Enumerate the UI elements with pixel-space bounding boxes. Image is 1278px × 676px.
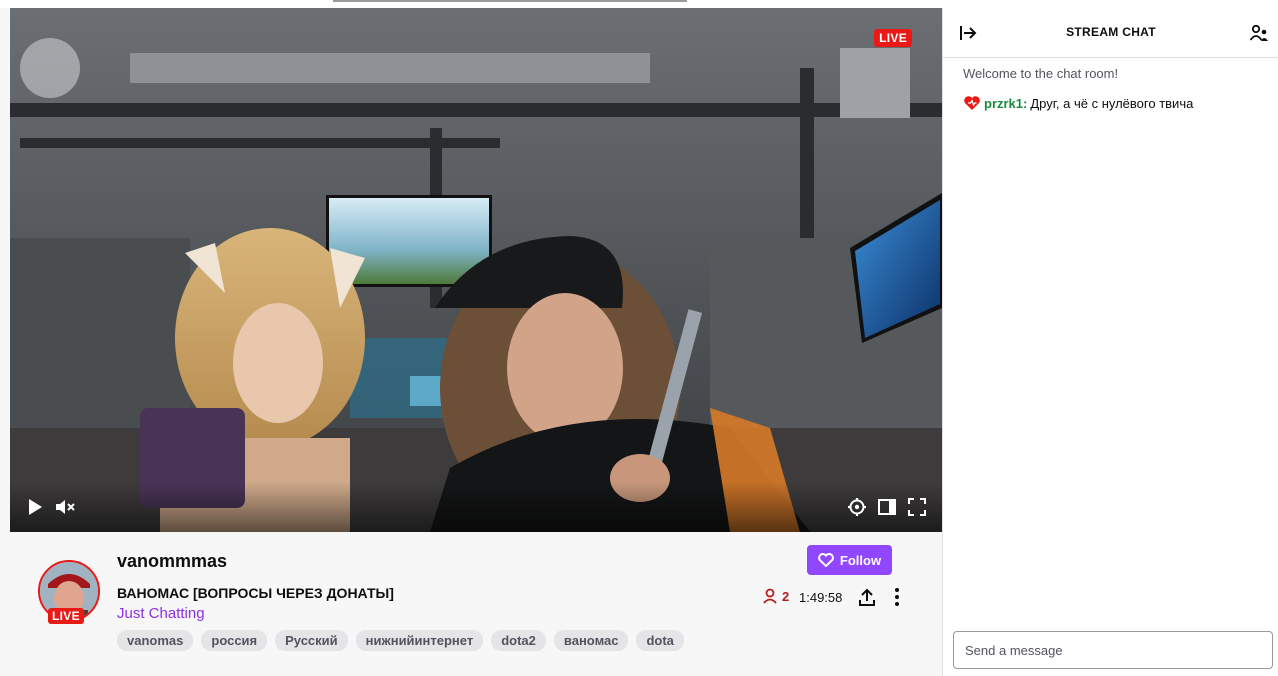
tag[interactable]: ваномас (553, 630, 629, 651)
heart-badge-icon (964, 96, 980, 110)
settings-button[interactable] (846, 496, 868, 518)
mute-button[interactable] (54, 496, 76, 518)
video-frame (10, 8, 942, 532)
follow-button[interactable]: Follow (807, 545, 892, 575)
share-button[interactable] (857, 587, 877, 607)
more-vertical-icon (895, 588, 899, 606)
viewer-count: 2 (762, 588, 789, 604)
follow-label: Follow (839, 552, 882, 568)
top-strip (0, 0, 942, 8)
chat-message: przrk1: Друг, а чё с нулёвого твича (963, 94, 1193, 112)
play-button[interactable] (24, 496, 46, 518)
tag[interactable]: нижнийинтернет (355, 630, 484, 651)
mute-icon (56, 500, 75, 514)
tag-list: vanomas россия Русский нижнийинтернет do… (117, 630, 684, 651)
stream-info-panel: LIVE vanommmas ВАНОМАС [ВОПРОСЫ ЧЕРЕЗ ДО… (10, 532, 942, 676)
chat-panel: STREAM CHAT Welcome to the chat room! pr… (942, 8, 1278, 676)
fullscreen-button[interactable] (906, 496, 928, 518)
play-icon (29, 499, 42, 515)
tag[interactable]: dota (636, 630, 684, 651)
left-gutter (0, 0, 10, 676)
chat-message-input[interactable] (953, 631, 1273, 669)
heart-icon (818, 553, 834, 567)
scroll-indicator (333, 0, 687, 2)
chat-message-text: Друг, а чё с нулёвого твича (1030, 95, 1194, 111)
live-badge: LIVE (874, 29, 912, 47)
stream-uptime: 1:49:58 (799, 590, 843, 605)
community-button[interactable] (1249, 23, 1269, 43)
stream-title: ВАНОМАС [ВОПРОСЫ ЧЕРЕЗ ДОНАТЫ] (117, 585, 394, 601)
person-icon (763, 588, 777, 604)
channel-name[interactable]: vanommmas (117, 551, 227, 572)
avatar-live-badge: LIVE (48, 608, 84, 624)
users-icon (1249, 24, 1268, 41)
tag[interactable]: vanomas (117, 630, 194, 651)
tag[interactable]: россия (201, 630, 268, 651)
tag[interactable]: dota2 (491, 630, 546, 651)
chat-header: STREAM CHAT (943, 8, 1278, 58)
theater-mode-icon (878, 499, 896, 515)
channel-avatar-wrap[interactable]: LIVE (38, 560, 100, 624)
viewer-count-value: 2 (782, 588, 790, 604)
chat-title: STREAM CHAT (1066, 25, 1156, 39)
fullscreen-icon (908, 498, 926, 516)
tag[interactable]: Русский (275, 630, 348, 651)
chat-welcome-message: Welcome to the chat room! (963, 66, 1119, 81)
category-link[interactable]: Just Chatting (117, 605, 205, 622)
share-icon (859, 588, 875, 606)
video-controls-bar (10, 482, 942, 532)
more-options-button[interactable] (887, 587, 907, 607)
settings-icon (848, 498, 866, 516)
theater-mode-button[interactable] (876, 496, 898, 518)
chat-username[interactable]: przrk1: (984, 96, 1027, 111)
video-player[interactable]: LIVE (10, 8, 942, 532)
